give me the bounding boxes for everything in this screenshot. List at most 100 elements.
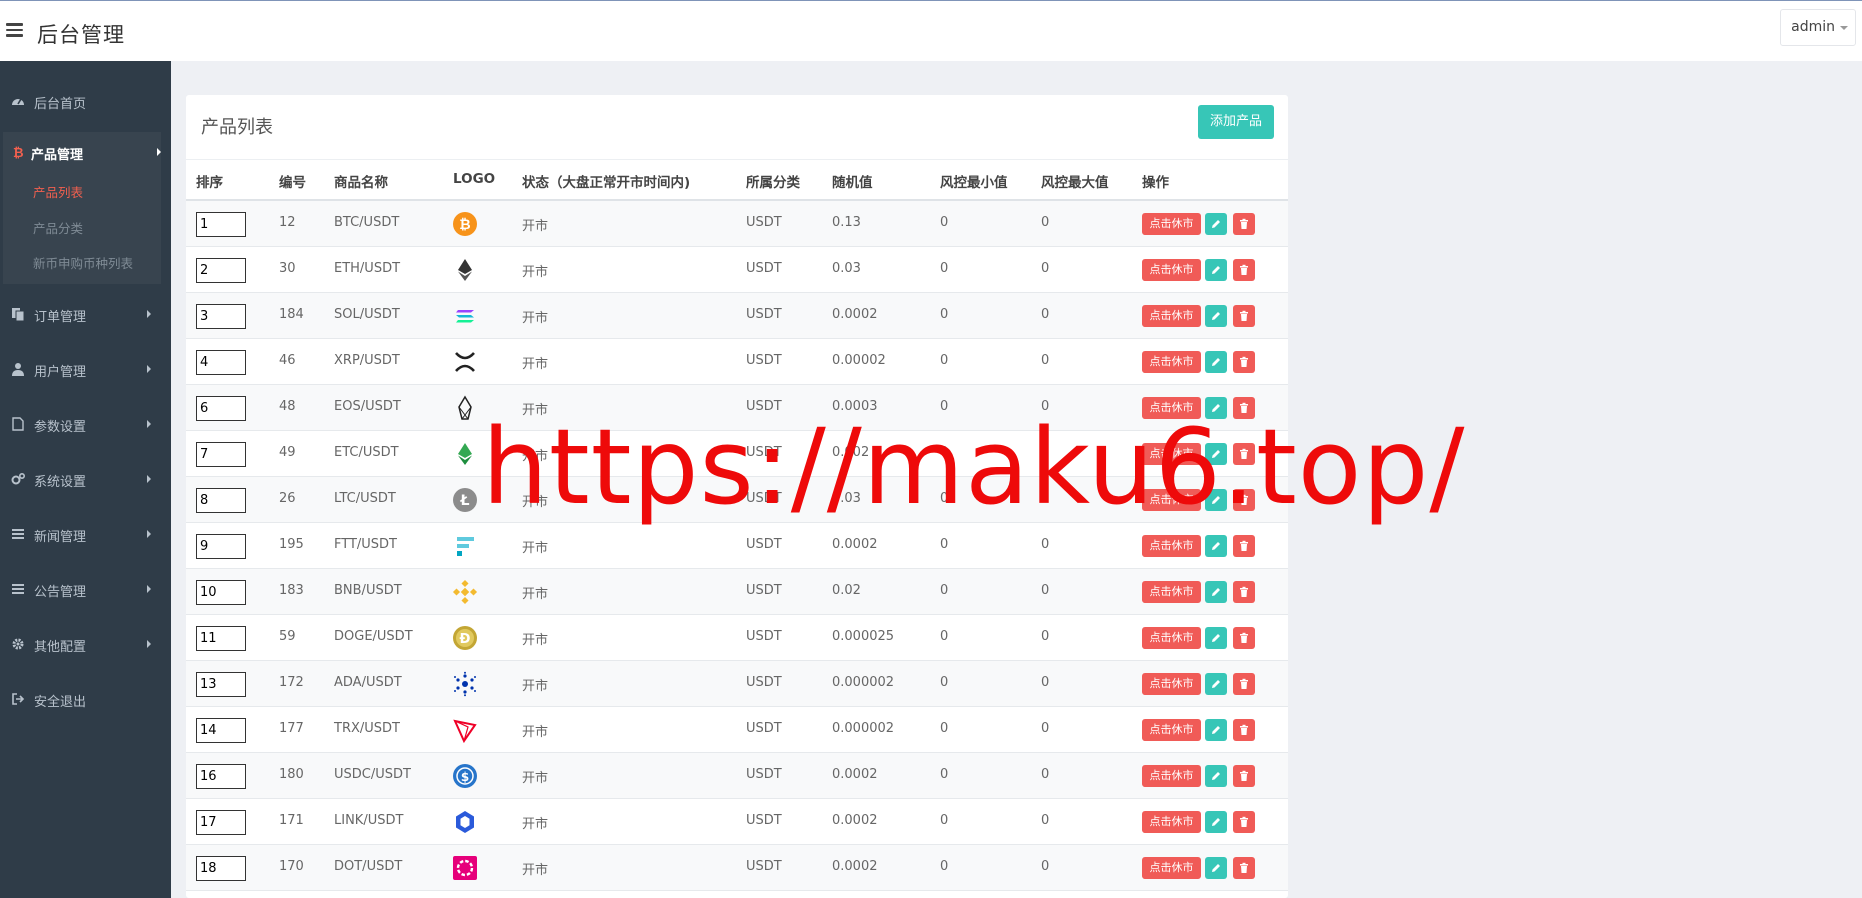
sidebar-item-news[interactable]: 新闻管理 <box>0 516 171 552</box>
sidebar-subitem-product-list[interactable]: 产品列表 <box>33 182 83 201</box>
close-market-button[interactable]: 点击休市 <box>1142 351 1201 373</box>
risk-max-value: 0 <box>1041 583 1050 598</box>
close-market-button[interactable]: 点击休市 <box>1142 305 1201 327</box>
sort-order-input[interactable] <box>196 534 246 559</box>
random-value: 0.000002 <box>832 675 895 690</box>
delete-button[interactable] <box>1233 857 1255 879</box>
sort-order-input[interactable] <box>196 396 246 421</box>
sidebar-item-other[interactable]: 其他配置 <box>0 626 171 662</box>
sort-order-input[interactable] <box>196 212 246 237</box>
close-market-button[interactable]: 点击休市 <box>1142 535 1201 557</box>
delete-button[interactable] <box>1233 765 1255 787</box>
sort-order-input[interactable] <box>196 350 246 375</box>
delete-button[interactable] <box>1233 305 1255 327</box>
eos-logo-icon <box>458 395 472 420</box>
table-row: 184 SOL/USDT 开市 USDT 0.0002 0 0 点击休市 <box>186 293 1288 339</box>
edit-button[interactable] <box>1205 443 1227 465</box>
sort-order-input[interactable] <box>196 672 246 697</box>
dashboard-icon <box>12 98 24 105</box>
edit-button[interactable] <box>1205 857 1227 879</box>
product-table-body: 12 BTC/USDT ₿ 开市 USDT 0.13 0 0 点击休市 30 E… <box>186 201 1288 891</box>
sort-order-input[interactable] <box>196 304 246 329</box>
link-logo-icon <box>456 811 474 833</box>
delete-button[interactable] <box>1233 489 1255 511</box>
risk-min-value: 0 <box>940 859 949 874</box>
sort-order-input[interactable] <box>196 488 246 513</box>
delete-button[interactable] <box>1233 811 1255 833</box>
edit-button[interactable] <box>1205 213 1227 235</box>
delete-button[interactable] <box>1233 213 1255 235</box>
product-id: 177 <box>279 721 304 736</box>
sort-order-input[interactable] <box>196 718 246 743</box>
close-market-button[interactable]: 点击休市 <box>1142 259 1201 281</box>
edit-button[interactable] <box>1205 489 1227 511</box>
delete-button[interactable] <box>1233 673 1255 695</box>
pencil-icon <box>1212 220 1220 228</box>
edit-button[interactable] <box>1205 581 1227 603</box>
sidebar-item-notices[interactable]: 公告管理 <box>0 571 171 607</box>
sidebar-item-params[interactable]: 参数设置 <box>0 406 171 442</box>
sidebar-subitem-new-coin-list[interactable]: 新币申购币种列表 <box>33 253 133 272</box>
sort-order-input[interactable] <box>196 258 246 283</box>
status-text: 开市 <box>522 357 549 372</box>
edit-button[interactable] <box>1205 305 1227 327</box>
close-market-button[interactable]: 点击休市 <box>1142 581 1201 603</box>
sort-order-input[interactable] <box>196 764 246 789</box>
menu-toggle-icon[interactable] <box>6 23 23 37</box>
edit-button[interactable] <box>1205 259 1227 281</box>
sidebar-item-products[interactable]: ₿ 产品管理 <box>0 134 171 170</box>
close-market-button[interactable]: 点击休市 <box>1142 213 1201 235</box>
edit-button[interactable] <box>1205 397 1227 419</box>
edit-button[interactable] <box>1205 351 1227 373</box>
sidebar-item-users[interactable]: 用户管理 <box>0 351 171 387</box>
sidebar-item-orders[interactable]: 订单管理 <box>0 296 171 332</box>
product-name: LTC/USDT <box>334 491 396 506</box>
sidebar-item-system[interactable]: 系统设置 <box>0 461 171 497</box>
trash-icon <box>1240 264 1248 275</box>
sort-order-input[interactable] <box>196 856 246 881</box>
sidebar-item-logout[interactable]: 安全退出 <box>0 681 171 717</box>
close-market-button[interactable]: 点击休市 <box>1142 489 1201 511</box>
svg-text:₿: ₿ <box>459 217 470 233</box>
random-value: 0.0003 <box>832 399 878 414</box>
user-menu-button[interactable]: admin <box>1780 9 1856 46</box>
sidebar-subitem-product-category[interactable]: 产品分类 <box>33 218 83 237</box>
sort-order-input[interactable] <box>196 580 246 605</box>
edit-button[interactable] <box>1205 765 1227 787</box>
edit-button[interactable] <box>1205 811 1227 833</box>
delete-button[interactable] <box>1233 259 1255 281</box>
delete-button[interactable] <box>1233 397 1255 419</box>
close-market-button[interactable]: 点击休市 <box>1142 673 1201 695</box>
ada-logo-icon <box>454 671 476 697</box>
delete-button[interactable] <box>1233 719 1255 741</box>
column-header-risk-min: 风控最小值 <box>940 175 1008 191</box>
close-market-button[interactable]: 点击休市 <box>1142 811 1201 833</box>
trash-icon <box>1240 356 1248 367</box>
edit-button[interactable] <box>1205 535 1227 557</box>
close-market-button[interactable]: 点击休市 <box>1142 443 1201 465</box>
sort-order-input[interactable] <box>196 626 246 651</box>
pencil-icon <box>1212 680 1220 688</box>
delete-button[interactable] <box>1233 581 1255 603</box>
close-market-button[interactable]: 点击休市 <box>1142 627 1201 649</box>
sort-order-input[interactable] <box>196 442 246 467</box>
close-market-button[interactable]: 点击休市 <box>1142 765 1201 787</box>
delete-button[interactable] <box>1233 443 1255 465</box>
top-bar: 后台管理 admin <box>0 0 1862 61</box>
close-market-button[interactable]: 点击休市 <box>1142 397 1201 419</box>
delete-button[interactable] <box>1233 351 1255 373</box>
delete-button[interactable] <box>1233 627 1255 649</box>
edit-button[interactable] <box>1205 719 1227 741</box>
close-market-button[interactable]: 点击休市 <box>1142 719 1201 741</box>
delete-button[interactable] <box>1233 535 1255 557</box>
category-text: USDT <box>746 353 782 368</box>
edit-button[interactable] <box>1205 673 1227 695</box>
sidebar-item-home[interactable]: 后台首页 <box>0 83 171 119</box>
risk-max-value: 0 <box>1041 215 1050 230</box>
close-market-button[interactable]: 点击休市 <box>1142 857 1201 879</box>
status-text: 开市 <box>522 541 549 556</box>
edit-button[interactable] <box>1205 627 1227 649</box>
product-name: ETC/USDT <box>334 445 399 460</box>
sort-order-input[interactable] <box>196 810 246 835</box>
add-product-button[interactable]: 添加产品 <box>1197 105 1274 139</box>
